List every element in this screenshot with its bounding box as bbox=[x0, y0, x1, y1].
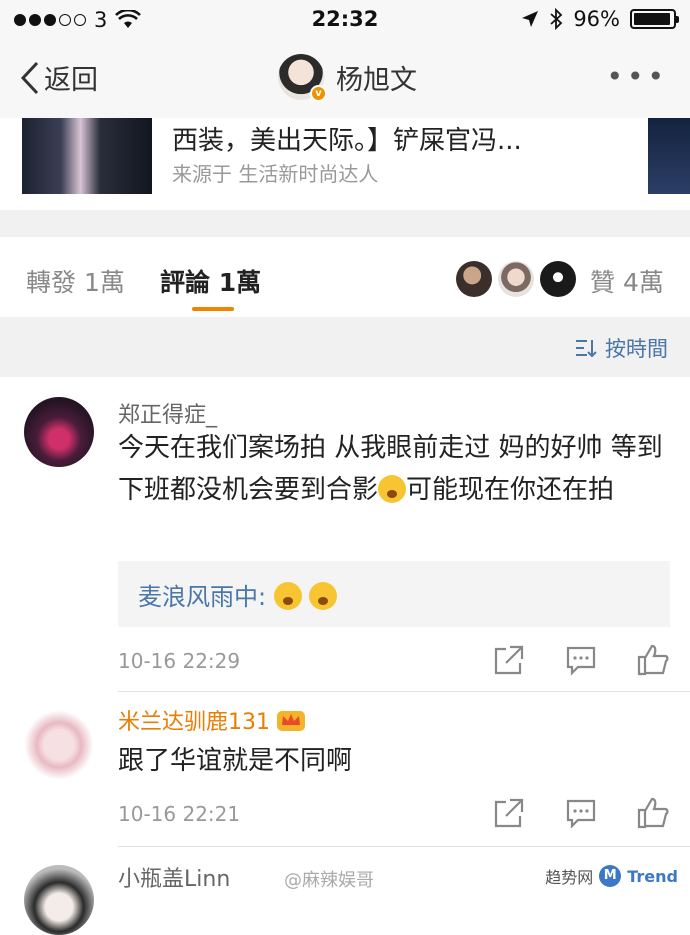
more-options-icon[interactable]: ••• bbox=[606, 60, 668, 93]
article-thumbnail bbox=[22, 118, 152, 194]
tab-reposts[interactable]: 轉發 1萬 bbox=[26, 263, 125, 299]
tab-likes[interactable]: 贊 4萬 bbox=[590, 263, 664, 299]
comment-username[interactable]: 小瓶盖Linn bbox=[118, 861, 230, 893]
comment-timestamp: 10-16 22:21 bbox=[118, 802, 241, 826]
battery-percent: 96% bbox=[573, 7, 620, 31]
brand-en: Trend bbox=[627, 866, 678, 886]
share-icon[interactable] bbox=[492, 643, 526, 677]
reply-author[interactable]: 麦浪风雨中: bbox=[138, 583, 266, 611]
nav-bar: 返回 v 杨旭文 ••• bbox=[0, 40, 690, 118]
vip-crown-icon bbox=[277, 711, 305, 731]
hug-emoji-icon bbox=[378, 475, 407, 503]
back-label: 返回 bbox=[44, 65, 98, 96]
avatar[interactable] bbox=[24, 710, 94, 780]
comment-text: 跟了华谊就是不同啊 bbox=[118, 746, 353, 776]
share-icon[interactable] bbox=[492, 796, 526, 830]
interaction-tabs: 轉發 1萬 評論 1萬 贊 4萬 bbox=[0, 237, 690, 317]
comment-text: 今天在我们案场拍 从我眼前走过 妈的好帅 等到下班都没机会要到合影 可能现在你还在… bbox=[118, 427, 670, 511]
comment-actions bbox=[492, 643, 670, 677]
avatar[interactable] bbox=[24, 397, 94, 467]
comment-text-part: 可能现在你还在拍 bbox=[406, 475, 615, 505]
article-source: 来源于 生活新时尚达人 bbox=[172, 162, 379, 186]
shocked-emoji-icon bbox=[273, 582, 302, 610]
comment-actions bbox=[492, 796, 670, 830]
liker-avatars[interactable] bbox=[456, 261, 576, 297]
location-arrow-icon bbox=[522, 11, 539, 27]
comment-timestamp: 10-16 22:29 bbox=[118, 649, 241, 673]
status-right: 96% bbox=[521, 7, 679, 31]
sort-icon bbox=[576, 340, 597, 358]
back-button[interactable]: 返回 bbox=[20, 58, 98, 97]
avatar bbox=[540, 261, 576, 297]
sort-bar: 按時間 bbox=[0, 317, 690, 377]
username-text: 米兰达驯鹿131 bbox=[118, 710, 270, 735]
profile-header[interactable]: v 杨旭文 bbox=[278, 54, 417, 102]
avatar bbox=[498, 261, 534, 297]
reply-comment-icon[interactable] bbox=[564, 796, 598, 830]
watermark: @麻辣娱哥 bbox=[284, 870, 374, 891]
brand-watermark: 趋势网 M Trend bbox=[545, 864, 678, 888]
avatar bbox=[456, 261, 492, 297]
active-tab-indicator bbox=[192, 307, 234, 311]
brand-cn: 趋势网 bbox=[545, 868, 594, 887]
battery-icon bbox=[630, 9, 679, 29]
comment-divider bbox=[118, 691, 690, 692]
thumbs-up-icon[interactable] bbox=[636, 643, 670, 677]
comment-username[interactable]: 郑正得症_ bbox=[118, 397, 217, 429]
sort-by-time-button[interactable]: 按時間 bbox=[575, 333, 668, 363]
thumbs-up-icon[interactable] bbox=[636, 796, 670, 830]
tab-comments[interactable]: 評論 1萬 bbox=[160, 263, 261, 299]
status-bar: 3 22:32 96% bbox=[0, 0, 690, 40]
reply-preview[interactable]: 麦浪风雨中: bbox=[118, 561, 670, 627]
section-divider bbox=[0, 210, 690, 237]
comment-divider bbox=[118, 846, 690, 847]
avatar[interactable]: v bbox=[278, 54, 327, 102]
comment-username[interactable]: 米兰达驯鹿131 bbox=[118, 704, 306, 736]
verified-badge-icon: v bbox=[310, 85, 327, 102]
shared-article-card[interactable]: 西装，美出天际。】铲屎官冯... 来源于 生活新时尚达人 bbox=[0, 118, 690, 210]
bluetooth-icon bbox=[550, 8, 563, 30]
article-title: 西装，美出天际。】铲屎官冯... bbox=[172, 126, 522, 156]
shocked-emoji-icon bbox=[309, 582, 338, 610]
sort-label: 按時間 bbox=[605, 337, 668, 361]
chevron-left-icon bbox=[20, 61, 39, 94]
trend-logo-icon: M bbox=[599, 865, 622, 887]
reply-comment-icon[interactable] bbox=[564, 643, 598, 677]
avatar[interactable] bbox=[24, 865, 94, 935]
next-article-thumbnail bbox=[648, 118, 690, 194]
page-title: 杨旭文 bbox=[336, 64, 417, 96]
